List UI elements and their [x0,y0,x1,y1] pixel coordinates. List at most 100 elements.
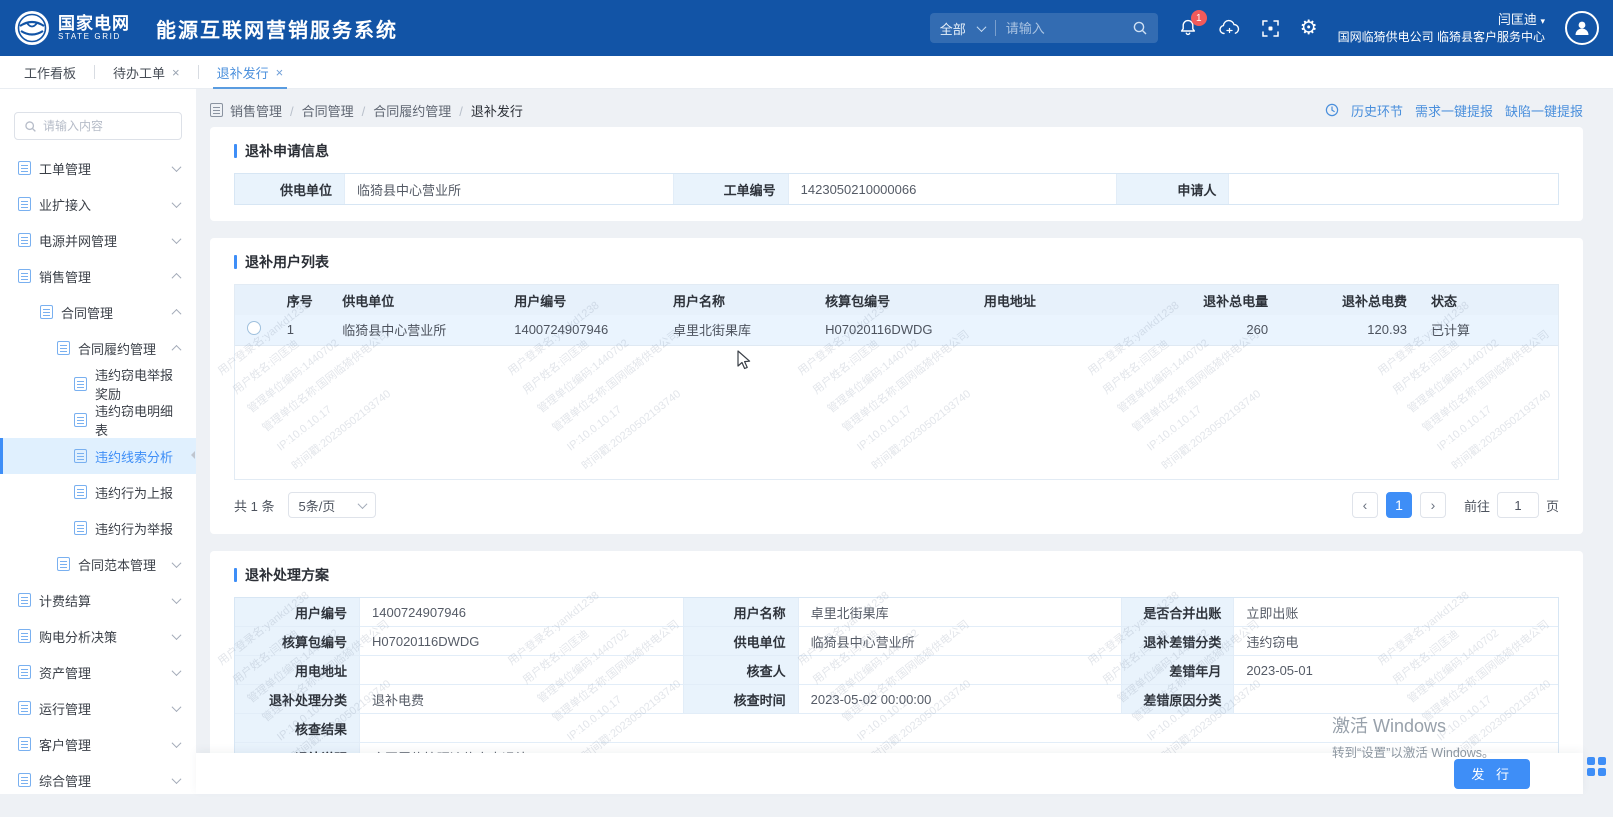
document-icon [18,197,31,211]
sidebar-item-clue-analysis[interactable]: 违约线索分析 [0,438,196,474]
brand-name-cn: 国家电网 [58,15,130,33]
divider [198,65,199,79]
field-label: 退补处理分类 [235,685,360,714]
sidebar-search [14,112,182,140]
chevron-down-icon [172,774,182,784]
sidebar-item-violation-report[interactable]: 违约行为上报 [0,474,196,510]
cloud-sync-button[interactable] [1218,18,1241,38]
history-steps-link[interactable]: 历史环节 [1351,101,1403,120]
document-icon [18,629,31,643]
goto-page-input[interactable] [1497,492,1539,518]
sidebar-item-contract-mgmt[interactable]: 合同管理 [0,294,196,330]
package-no-value: H07020116DWDG [360,627,684,656]
demand-report-link[interactable]: 需求一键提报 [1415,101,1493,120]
sidebar-item-work-order[interactable]: 工单管理 [0,150,196,186]
sidebar-item-theft-detail-table[interactable]: 违约窃电明细表 [0,402,196,438]
title-accent-bar [234,568,237,582]
row-radio[interactable] [247,321,261,335]
user-menu[interactable]: 闫匡迪 ▾ 国网临猗供电公司 临猗县客户服务中心 [1338,11,1545,45]
page-size-select[interactable]: 5条/页 [288,492,376,518]
main-content: 销售管理 合同管理 合同履约管理 退补发行 历史环节 需求一键提报 缺陷一键提报… [196,89,1613,794]
breadcrumb-item[interactable]: 销售管理 [230,101,282,120]
chevron-down-icon [172,198,182,208]
footer-bar: 发 行 [196,753,1583,794]
breadcrumb-item[interactable]: 合同管理 [282,101,354,120]
sidebar-item-billing[interactable]: 计费结算 [0,582,196,618]
close-icon[interactable]: × [172,65,180,80]
page-unit-label: 页 [1546,496,1559,515]
inspect-time-value: 2023-05-02 00:00:00 [799,685,1123,714]
tab-todo-orders[interactable]: 待办工单 × [97,56,196,88]
search-scope-value: 全部 [940,19,966,38]
sidebar-collapse-handle[interactable] [187,451,195,459]
sidebar-item-customer-mgmt[interactable]: 客户管理 [0,726,196,762]
sidebar-menu: 工单管理 业扩接入 电源并网管理 销售管理 合同管理 合同履约管理 违约窃电举报… [0,150,196,794]
field-label: 差错原因分类 [1122,685,1234,714]
field-label: 用电地址 [235,656,360,685]
col-header: 用电地址 [972,285,1161,315]
sidebar-item-asset-mgmt[interactable]: 资产管理 [0,654,196,690]
document-icon [74,413,87,427]
search-icon[interactable] [1132,20,1148,36]
cell-user-name: 卓里北街果库 [661,315,813,345]
sidebar-item-theft-report-reward[interactable]: 违约窃电举报奖励 [0,366,196,402]
document-icon [18,593,31,607]
sidebar-item-contract-template[interactable]: 合同范本管理 [0,546,196,582]
divider [94,65,95,79]
user-no-value: 1400724907946 [360,598,684,627]
breadcrumb-item[interactable]: 合同履约管理 [354,101,452,120]
org-name: 国网临猗供电公司 临猗县客户服务中心 [1338,29,1545,45]
chevron-up-icon [172,272,182,282]
tab-refund-issue[interactable]: 退补发行 × [201,56,300,88]
sidebar-item-violation-tipoff[interactable]: 违约行为举报 [0,510,196,546]
error-category-value: 违约窃电 [1234,627,1558,656]
document-icon [57,341,70,355]
defect-report-link[interactable]: 缺陷一键提报 [1505,101,1583,120]
cell-package-no: H07020116DWDG [813,315,972,345]
cell-energy: 260 [1161,315,1280,345]
supply-unit-value: 临猗县中心营业所 [345,174,674,204]
field-label: 是否合并出账 [1122,598,1234,627]
sidebar-item-grid-connection[interactable]: 电源并网管理 [0,222,196,258]
search-icon [24,120,37,133]
tab-dashboard[interactable]: 工作看板 [8,56,92,88]
settings-button[interactable]: ⚙ [1300,18,1318,38]
document-icon [74,449,87,463]
sidebar-search-input[interactable] [43,119,172,133]
cell-index: 1 [275,315,331,345]
table-row[interactable]: 1 临猗县中心营业所 1400724907946 卓里北街果库 H0702011… [235,315,1558,345]
document-icon [18,701,31,715]
document-icon [74,377,87,391]
cell-address [972,315,1161,345]
sidebar-item-operation-mgmt[interactable]: 运行管理 [0,690,196,726]
notifications-button[interactable]: 1 [1178,18,1198,38]
col-header: 核算包编号 [813,285,972,315]
publish-button[interactable]: 发 行 [1454,759,1530,789]
close-icon[interactable]: × [276,65,284,80]
refund-user-list-panel: 退补用户列表 序号 供电单位 用户编号 用户名称 核算包编号 [210,238,1583,534]
prev-page-button[interactable]: ‹ [1352,492,1378,518]
fullscreen-button[interactable] [1261,19,1280,38]
document-icon [18,269,31,283]
floating-grid-widget[interactable] [1587,757,1606,776]
next-page-button[interactable]: › [1420,492,1446,518]
sidebar-item-purchase-analysis[interactable]: 购电分析决策 [0,618,196,654]
global-search-input[interactable] [1006,21,1132,36]
brand-logo: 国家电网 STATE GRID [14,10,130,46]
sidebar-item-sales-mgmt[interactable]: 销售管理 [0,258,196,294]
gear-icon: ⚙ [1300,18,1318,38]
col-header: 退补总电量 [1161,285,1280,315]
page-1-button[interactable]: 1 [1386,492,1412,518]
sidebar-item-comprehensive-mgmt[interactable]: 综合管理 [0,762,196,794]
search-scope-select[interactable]: 全部 [940,19,985,38]
cell-status: 已计算 [1419,315,1558,345]
chevron-down-icon [172,162,182,172]
sidebar-item-contract-performance[interactable]: 合同履约管理 [0,330,196,366]
sidebar-item-business-expansion[interactable]: 业扩接入 [0,186,196,222]
app-window: 国家电网 STATE GRID 能源互联网营销服务系统 全部 [0,0,1613,817]
document-icon [18,665,31,679]
work-order-no-value: 1423050210000066 [789,174,1118,204]
avatar[interactable] [1565,11,1599,45]
document-icon [210,103,223,117]
col-header: 用户编号 [502,285,661,315]
